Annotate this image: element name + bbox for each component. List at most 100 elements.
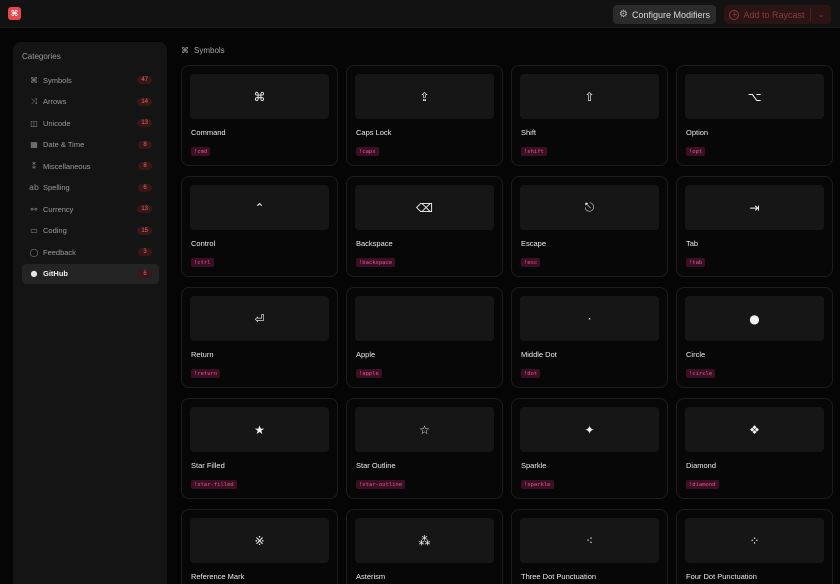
- sidebar-item-miscellaneous[interactable]: ⁑ Miscellaneous 8: [22, 156, 159, 176]
- symbol-name: Star Outline: [356, 461, 396, 470]
- count-badge: 6: [138, 183, 152, 192]
- plus-circle-icon: +: [729, 9, 740, 20]
- symbol-preview: ★: [190, 407, 329, 452]
- app-logo-icon: ⌘: [8, 7, 21, 20]
- symbol-grid: ⌘ Command !cmd ⇪ Caps Lock !caps ⇧ Shift !shift ⌥…: [181, 65, 833, 584]
- sidebar-item-label: Currency: [43, 204, 74, 214]
- symbol-preview: ⁖: [520, 518, 659, 563]
- symbol-card[interactable]: ⁂Asterism!asterism: [346, 509, 503, 584]
- sidebar-item-unicode[interactable]: ◫ Unicode 13: [22, 113, 159, 133]
- keyword-badge: !sparkle: [521, 480, 554, 489]
- symbol-preview: ⇥: [685, 185, 824, 230]
- symbol-name: Shift: [521, 128, 537, 137]
- sidebar-item-date-time[interactable]: ▦ Date & Time 8: [22, 135, 159, 155]
- command-icon: ⌘: [30, 75, 38, 85]
- count-badge: 6: [138, 269, 152, 278]
- symbol-preview: ⌥: [685, 74, 824, 119]
- keyword-badge: !diamond: [686, 480, 719, 489]
- symbol-card[interactable]: ✦ Sparkle !sparkle: [511, 398, 668, 499]
- symbol-preview: ⌘: [190, 74, 329, 119]
- symbol-card[interactable]: ● Circle !circle: [676, 287, 833, 388]
- add-to-raycast-label: Add to Raycast: [743, 9, 805, 20]
- symbol-preview: ❖: [685, 407, 824, 452]
- symbol-card[interactable]: ⇥ Tab !tab: [676, 176, 833, 277]
- symbol-card[interactable]: ❖ Diamond !diamond: [676, 398, 833, 499]
- keyword-badge: !tab: [686, 258, 706, 267]
- symbol-preview: ⁂: [355, 518, 494, 563]
- category-list: ⌘ Symbols 47 ⤨ Arrows 14 ◫ Unicode 13 ▦ Date & Tim…: [22, 70, 159, 285]
- top-bar: ⌘ ⚙ Configure Modifiers + Add to Raycast…: [0, 0, 840, 28]
- symbol-card[interactable]: ⇧ Shift !shift: [511, 65, 668, 166]
- count-badge: 15: [137, 226, 152, 235]
- symbol-name: Option: [686, 128, 709, 137]
- count-badge: 13: [137, 205, 152, 213]
- configure-modifiers-button[interactable]: ⚙ Configure Modifiers: [613, 5, 716, 24]
- sidebar-item-currency[interactable]: ⚯ Currency 13: [22, 199, 159, 219]
- symbol-preview: ☆: [355, 407, 494, 452]
- github-icon: ●: [30, 269, 38, 278]
- keyword-badge: !opt: [686, 147, 706, 156]
- configure-modifiers-label: Configure Modifiers: [631, 9, 710, 20]
- sidebar-item-symbols[interactable]: ⌘ Symbols 47: [22, 70, 159, 90]
- link-icon: ⚯: [30, 204, 38, 214]
- symbol-preview: ⁘: [685, 518, 824, 563]
- count-badge: 8: [138, 162, 152, 170]
- symbol-name: Three Dot Punctuation: [521, 572, 597, 581]
- section-title: Symbols: [194, 46, 225, 55]
- keyword-badge: !star-outline: [356, 480, 406, 489]
- symbol-card[interactable]: ☆ Star Outline !star-outline: [346, 398, 503, 499]
- symbol-card[interactable]: Apple !apple: [346, 287, 503, 388]
- count-badge: 47: [137, 76, 152, 84]
- sidebar-item-arrows[interactable]: ⤨ Arrows 14: [22, 92, 159, 112]
- command-icon: ⌘: [181, 46, 189, 55]
- sidebar-item-label: Unicode: [43, 118, 71, 128]
- keyword-badge: !ctrl: [191, 258, 214, 267]
- count-badge: 14: [137, 97, 152, 106]
- symbol-card[interactable]: ⌘ Command !cmd: [181, 65, 338, 166]
- keyword-badge: !esc: [521, 258, 541, 267]
- code-window-icon: ▭: [30, 226, 38, 235]
- symbol-card[interactable]: · Middle Dot !dot: [511, 287, 668, 388]
- symbol-card[interactable]: ⏎ Return !return: [181, 287, 338, 388]
- symbol-preview: [355, 296, 494, 341]
- symbol-card[interactable]: ⇪ Caps Lock !caps: [346, 65, 503, 166]
- section-header: ⌘ Symbols: [181, 46, 225, 55]
- symbol-card[interactable]: ⁖Three Dot Punctuation!three-dot: [511, 509, 668, 584]
- categories-sidebar: Categories ⌘ Symbols 47 ⤨ Arrows 14 ◫ Unicode 13…: [13, 42, 167, 584]
- sidebar-item-feedback[interactable]: ◯ Feedback 3: [22, 242, 159, 262]
- symbol-name: Apple: [356, 350, 376, 359]
- sidebar-item-label: Spelling: [43, 183, 70, 192]
- keyword-badge: !circle: [686, 369, 716, 378]
- symbol-name: Star Filled: [191, 461, 225, 470]
- symbol-card[interactable]: ※Reference Mark!reference: [181, 509, 338, 584]
- symbol-preview: ✦: [520, 407, 659, 452]
- categories-heading: Categories: [22, 52, 61, 61]
- chevron-down-icon[interactable]: ⌄: [811, 10, 831, 19]
- symbol-card[interactable]: ⎋ Escape !esc: [511, 176, 668, 277]
- sidebar-item-label: Arrows: [43, 97, 67, 106]
- symbol-preview: ⏎: [190, 296, 329, 341]
- symbol-preview: ⎋: [520, 185, 659, 230]
- sidebar-item-github[interactable]: ● GitHub 6: [22, 263, 159, 284]
- symbol-card[interactable]: ⁘Four Dot Punctuation!four-dot: [676, 509, 833, 584]
- symbol-card[interactable]: ⌃ Control !ctrl: [181, 176, 338, 277]
- symbol-name: Asterism: [356, 572, 386, 581]
- symbol-name: Reference Mark: [191, 572, 245, 581]
- symbol-preview: ⇪: [355, 74, 494, 119]
- symbol-name: Return: [191, 350, 214, 359]
- symbol-card[interactable]: ⌥ Option !opt: [676, 65, 833, 166]
- unicode-icon: ◫: [30, 118, 38, 128]
- symbol-card[interactable]: ★ Star Filled !star-filled: [181, 398, 338, 499]
- sidebar-item-coding[interactable]: ▭ Coding 15: [22, 221, 159, 241]
- symbol-card[interactable]: ⌫ Backspace !backspace: [346, 176, 503, 277]
- symbol-name: Circle: [686, 350, 706, 359]
- sidebar-item-spelling[interactable]: ab Spelling 6: [22, 178, 159, 198]
- symbol-preview: ※: [190, 518, 329, 563]
- keyword-badge: !caps: [356, 147, 379, 156]
- shuffle-arrows-icon: ⤨: [30, 96, 38, 106]
- symbol-name: Backspace: [356, 239, 393, 248]
- add-to-raycast-button[interactable]: + Add to Raycast ⌄: [724, 5, 831, 24]
- symbol-preview: ⇧: [520, 74, 659, 119]
- sidebar-item-label: GitHub: [43, 269, 68, 278]
- symbol-name: Tab: [686, 239, 699, 248]
